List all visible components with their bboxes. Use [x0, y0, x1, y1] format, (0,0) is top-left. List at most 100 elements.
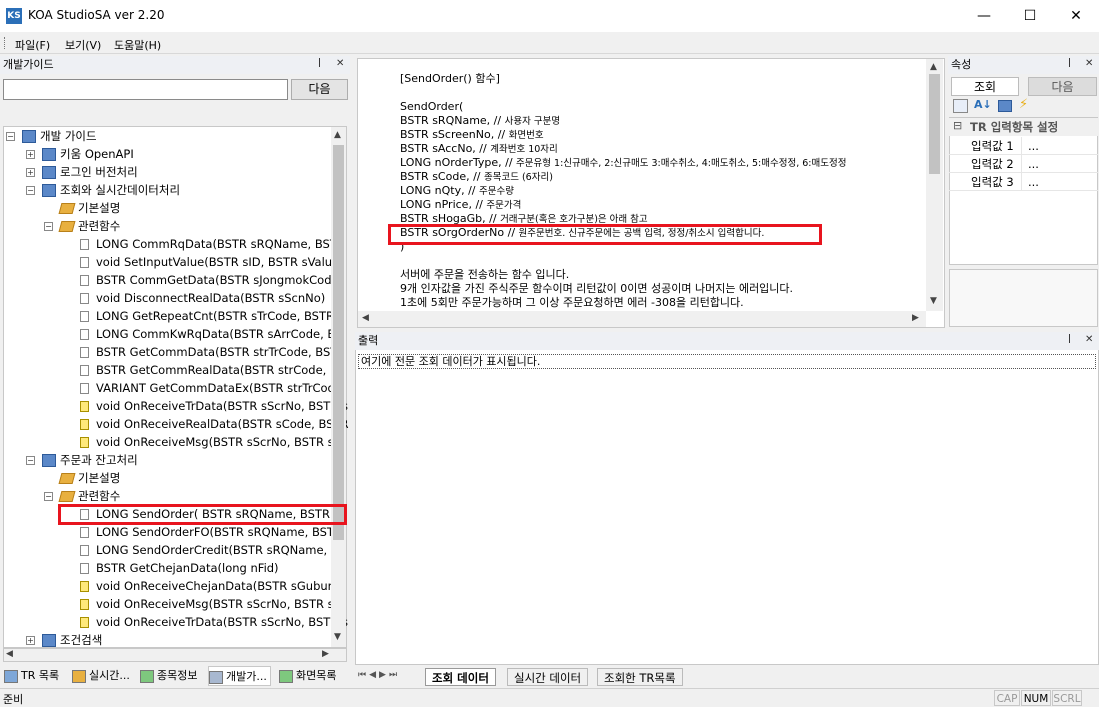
scroll-left-icon[interactable]: ◀ — [6, 649, 13, 659]
tree-item[interactable]: 개발 가이드 — [22, 127, 97, 145]
tree-item[interactable]: 주문과 잔고처리 — [42, 451, 138, 469]
collapse-icon[interactable]: − — [26, 186, 35, 195]
tree-item-label: void OnReceiveMsg(BSTR sScrNo, BSTR sR( — [96, 597, 347, 611]
tree-item[interactable]: void OnReceiveTrData(BSTR sScrNo, BSTR s — [80, 397, 348, 415]
tree-item-label: LONG SendOrderCredit(BSTR sRQName, BS — [96, 543, 346, 557]
tab-stock-info[interactable]: 종목정보 — [140, 666, 197, 686]
close-icon[interactable]: ✕ — [336, 58, 344, 69]
scroll-left-icon[interactable]: ◀ — [362, 313, 369, 323]
tree-item[interactable]: LONG GetRepeatCnt(BSTR sTrCode, BSTR s — [80, 307, 344, 325]
scroll-down-icon[interactable]: ▼ — [930, 296, 937, 306]
tree-horizontal-scrollbar[interactable] — [3, 648, 347, 662]
collapse-icon[interactable]: − — [26, 456, 35, 465]
code-text: [SendOrder() 함수] — [400, 72, 500, 85]
code-comment: 주문가격 — [486, 200, 522, 211]
tree-item-label: BSTR GetCommData(BSTR strTrCode, BSTR — [96, 345, 346, 359]
code-text: 1초에 5회만 주문가능하며 그 이상 주문요청하면 에러 -308을 리턴합니… — [400, 296, 744, 309]
tree-item[interactable]: 기본설명 — [58, 469, 121, 487]
output-title: 출력 — [355, 332, 1099, 350]
tree-item[interactable]: BSTR GetCommData(BSTR strTrCode, BSTR — [80, 343, 345, 361]
scroll-up-icon[interactable]: ▲ — [334, 130, 341, 140]
tree-item[interactable]: 조회와 실시간데이터처리 — [42, 181, 180, 199]
tree-item[interactable]: LONG SendOrderFO(BSTR sRQName, BSTR — [80, 523, 342, 541]
tree-item[interactable]: LONG CommKwRqData(BSTR sArrCode, BO — [80, 325, 344, 343]
tree-item[interactable]: BSTR GetCommRealData(BSTR strCode, lor — [80, 361, 345, 379]
realtime-icon — [72, 669, 86, 683]
tab-screen-list[interactable]: 화면목록 — [279, 666, 336, 686]
tab-dev-guide[interactable]: 개발가... — [208, 666, 271, 686]
tree-item[interactable]: LONG SendOrderCredit(BSTR sRQName, BS — [80, 541, 346, 559]
tree-item[interactable]: LONG CommRqData(BSTR sRQName, BSTR — [80, 235, 345, 253]
sort-az-icon[interactable]: A↓ — [974, 98, 992, 111]
property-row[interactable]: 입력값 3... — [949, 173, 1098, 191]
menu-help[interactable]: 도움말(H) — [114, 37, 161, 53]
pin-icon[interactable]: ꟾ — [1068, 335, 1071, 346]
next-button[interactable]: 다음 — [291, 79, 348, 100]
properties-title: 속성 — [948, 56, 1099, 74]
search-input[interactable] — [3, 79, 288, 100]
expand-icon[interactable]: + — [26, 168, 35, 177]
tab-queried-tr-list[interactable]: 조회한 TR목록 — [597, 668, 683, 686]
scroll-up-icon[interactable]: ▲ — [930, 62, 937, 72]
events-icon[interactable]: ⚡ — [1019, 97, 1028, 112]
tree-item[interactable]: 관련함수 — [58, 217, 120, 235]
close-icon[interactable]: ✕ — [1085, 334, 1093, 345]
doc-line: LONG nPrice, // 주문가격 — [400, 198, 521, 213]
doc-scroll-thumb[interactable] — [929, 74, 940, 174]
collapse-icon[interactable]: − — [44, 222, 53, 231]
tree-item[interactable]: 기본설명 — [58, 199, 120, 217]
scroll-down-icon[interactable]: ▼ — [334, 632, 341, 642]
menu-view[interactable]: 보기(V) — [65, 37, 101, 53]
tree-item[interactable]: void SetInputValue(BSTR sID, BSTR sValue… — [80, 253, 344, 271]
scroll-right-icon[interactable]: ▶ — [322, 649, 329, 659]
scroll-right-icon[interactable]: ▶ — [912, 313, 919, 323]
tree-item[interactable]: void OnReceiveMsg(BSTR sScrNo, BSTR sR( — [80, 595, 346, 613]
property-row[interactable]: 입력값 2... — [949, 155, 1098, 173]
categorized-icon[interactable] — [953, 99, 968, 113]
tab-realtime-data[interactable]: 실시간 데이터 — [507, 668, 589, 686]
tab-nav-arrows[interactable]: ⏮◀▶⏭ — [358, 670, 400, 680]
doc-horizontal-scrollbar[interactable] — [358, 311, 926, 327]
tree-item[interactable]: 조건검색 — [42, 631, 102, 649]
tree-item[interactable]: 로그인 버전처리 — [42, 163, 138, 181]
tree-scroll-thumb[interactable] — [333, 145, 344, 540]
tree-item-label: 기본설명 — [78, 471, 121, 485]
close-button[interactable]: ✕ — [1053, 0, 1099, 32]
property-pages-icon[interactable] — [998, 100, 1012, 112]
tree-item[interactable]: 관련함수 — [58, 487, 120, 505]
tree-item[interactable]: void OnReceiveMsg(BSTR sScrNo, BSTR sR( — [80, 433, 346, 451]
code-comment: 사용자 구분명 — [504, 116, 561, 127]
tree-item[interactable]: 키움 OpenAPI — [42, 145, 134, 163]
tab-query[interactable]: 조회 — [951, 77, 1019, 96]
menu-file[interactable]: 파일(F) — [15, 37, 50, 53]
collapse-icon[interactable]: ⊟ — [953, 119, 962, 132]
doc-line: SendOrder( — [400, 100, 463, 115]
tree-item[interactable]: void OnReceiveTrData(BSTR sScrNo, BSTR s — [80, 613, 348, 631]
tree-item[interactable]: BSTR CommGetData(BSTR sJongmokCode, — [80, 271, 342, 289]
tab-tr-list[interactable]: TR 목록 — [4, 666, 59, 686]
pin-icon[interactable]: ꟾ — [318, 59, 321, 70]
tag-icon — [58, 491, 76, 502]
tab-next[interactable]: 다음 — [1028, 77, 1097, 96]
code-text: BSTR sAccNo, // — [400, 142, 491, 155]
property-row[interactable]: 입력값 1... — [949, 137, 1098, 155]
tab-query-data[interactable]: 조회 데이터 — [425, 668, 496, 686]
tree-item[interactable]: VARIANT GetCommDataEx(BSTR strTrCode — [80, 379, 342, 397]
code-text: LONG nOrderType, // — [400, 156, 517, 169]
tree-item[interactable]: void OnReceiveChejanData(BSTR sGubun, l — [80, 577, 345, 595]
property-value[interactable]: ... — [1021, 137, 1039, 155]
pin-icon[interactable]: ꟾ — [1068, 59, 1071, 70]
maximize-button[interactable]: ☐ — [1007, 0, 1053, 32]
property-value[interactable]: ... — [1021, 173, 1039, 191]
collapse-icon[interactable]: − — [6, 132, 15, 141]
tree-item[interactable]: void OnReceiveRealData(BSTR sCode, BSTR — [80, 415, 349, 433]
property-value[interactable]: ... — [1021, 155, 1039, 173]
tree-item[interactable]: void DisconnectRealData(BSTR sScnNo) — [80, 289, 325, 307]
minimize-button[interactable]: — — [961, 0, 1007, 32]
expand-icon[interactable]: + — [26, 150, 35, 159]
collapse-icon[interactable]: − — [44, 492, 53, 501]
tree-item[interactable]: BSTR GetChejanData(long nFid) — [80, 559, 279, 577]
tab-realtime[interactable]: 실시간... — [72, 666, 130, 686]
expand-icon[interactable]: + — [26, 636, 35, 645]
close-icon[interactable]: ✕ — [1085, 58, 1093, 69]
